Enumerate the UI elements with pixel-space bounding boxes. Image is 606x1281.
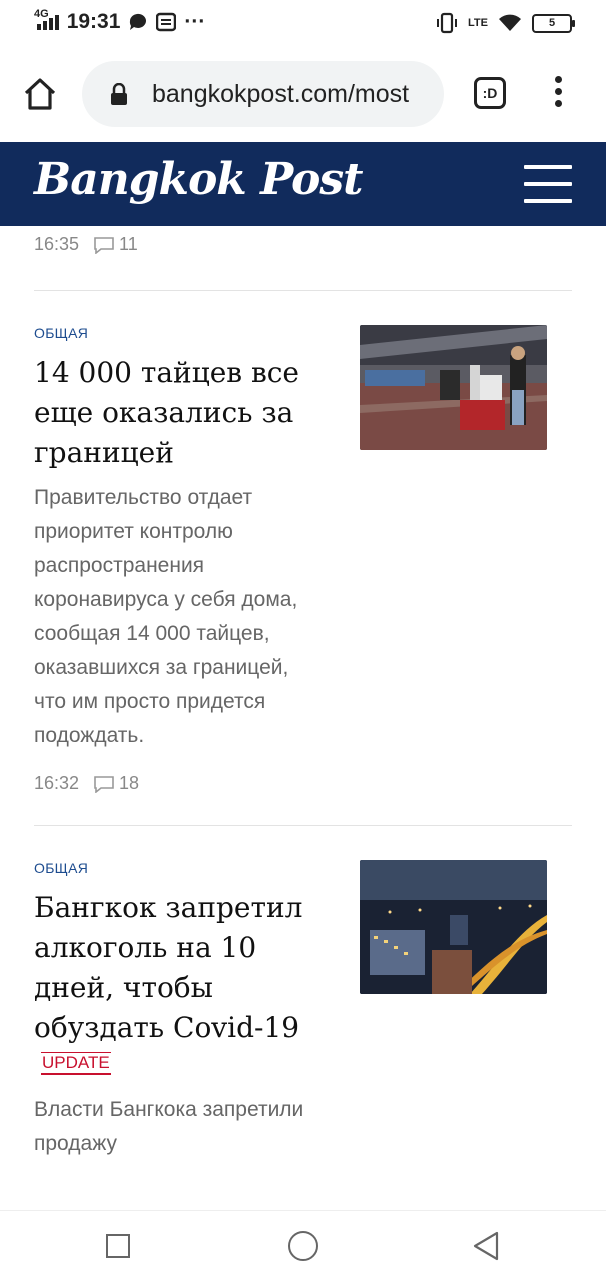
browser-toolbar: bangkokpost.com/most :D (0, 46, 606, 142)
comment-count[interactable]: 18 (119, 773, 139, 794)
comment-icon (94, 236, 114, 254)
browser-menu-icon[interactable] (548, 76, 568, 112)
article-thumbnail-city-night[interactable] (360, 860, 547, 994)
article-title[interactable]: Бангкок запретил алкоголь на 10 дней, чт… (34, 888, 314, 1048)
wifi-icon (499, 14, 521, 31)
lock-icon (111, 83, 127, 105)
article-thumbnail-airport[interactable] (360, 325, 547, 450)
home-icon[interactable] (22, 76, 58, 112)
recent-apps-icon[interactable] (106, 1234, 130, 1258)
article-summary: Власти Бангкока запретили продажу (34, 1098, 304, 1155)
more-notifications: ··· (184, 10, 206, 33)
battery-icon: 5 (532, 13, 575, 33)
list-item[interactable]: ОБЩАЯ 14 000 тайцев все еще оказались за… (34, 325, 572, 794)
vibrate-icon (437, 12, 458, 34)
update-badge: UPDATE (41, 1052, 111, 1075)
divider (34, 290, 572, 291)
comment-count[interactable]: 11 (119, 234, 138, 255)
network-type: 4G (34, 8, 49, 20)
hamburger-menu-icon[interactable] (524, 165, 572, 203)
tab-switcher-button[interactable]: :D (474, 77, 506, 109)
status-bar: 4G 19:31 ··· LTE 5 (0, 0, 606, 46)
list-item[interactable]: ОБЩАЯ Бангкок запретил алкоголь на 10 дн… (34, 860, 572, 1161)
article-time: 16:32 (34, 773, 80, 793)
article-time: 16:35 (34, 234, 80, 254)
article-title[interactable]: 14 000 тайцев все еще оказались за грани… (34, 353, 324, 473)
back-icon[interactable] (473, 1231, 499, 1261)
site-header: Bangkok Post (0, 142, 606, 226)
address-bar[interactable]: bangkokpost.com/most (82, 61, 444, 127)
mail-icon (156, 12, 177, 32)
system-nav-bar (0, 1210, 606, 1281)
comment-icon (94, 775, 114, 793)
article-list: 16:35 11 ОБЩАЯ 14 000 тайцев все еще ока… (0, 226, 606, 1210)
lte-indicator: LTE (468, 17, 488, 29)
status-time: 19:31 (66, 10, 121, 33)
article-meta: 16:32 18 (34, 773, 572, 794)
divider (34, 825, 572, 826)
url-text[interactable]: bangkokpost.com/most (152, 80, 430, 109)
message-icon (130, 13, 147, 30)
site-logo[interactable]: Bangkok Post (34, 154, 363, 205)
article-summary: Правительство отдает приоритет контролю … (34, 486, 298, 747)
article-meta: 16:35 11 (34, 234, 138, 255)
home-nav-icon[interactable] (288, 1231, 318, 1261)
